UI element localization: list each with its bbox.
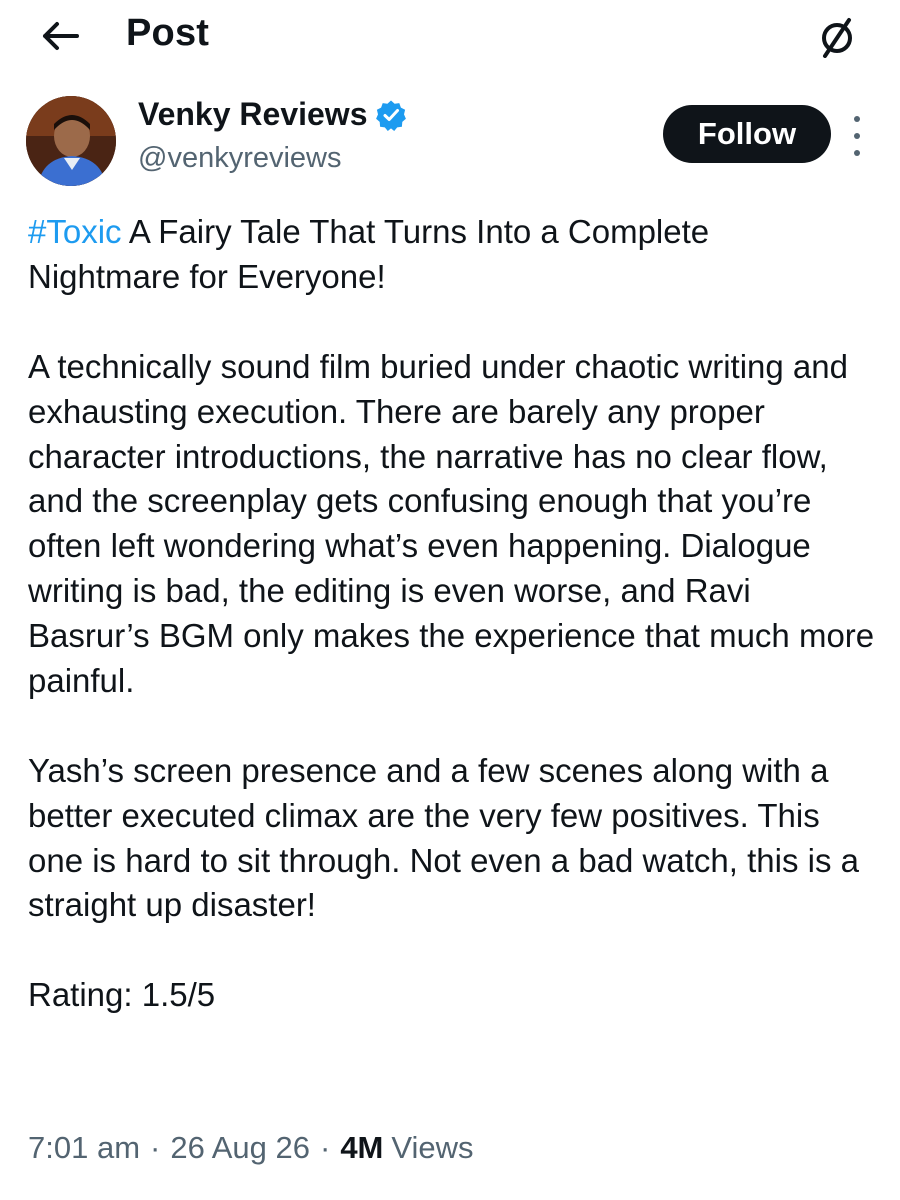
- display-name[interactable]: Venky Reviews: [138, 96, 367, 133]
- post-time[interactable]: 7:01 am: [28, 1130, 140, 1166]
- profile-photo: [26, 96, 116, 186]
- follow-button[interactable]: Follow: [663, 105, 831, 163]
- page-title: Post: [126, 12, 210, 54]
- views-count[interactable]: 4M: [340, 1130, 383, 1166]
- author-name-row: Venky Reviews: [138, 96, 407, 133]
- verified-badge-icon: [376, 100, 407, 131]
- top-bar: Post: [0, 0, 900, 80]
- more-options-button[interactable]: [844, 116, 870, 156]
- meta-separator: ·: [150, 1130, 161, 1165]
- views-label[interactable]: Views: [391, 1130, 473, 1166]
- vertical-dots-icon: [854, 116, 860, 122]
- grok-button[interactable]: [812, 12, 862, 62]
- post-date[interactable]: 26 Aug 26: [170, 1130, 310, 1166]
- slashed-circle-icon: [822, 18, 852, 58]
- hashtag-link[interactable]: #Toxic: [28, 213, 122, 250]
- post-paragraph: Yash’s screen presence and a few scenes …: [28, 751, 859, 924]
- arrow-left-icon: [43, 22, 79, 50]
- post-paragraph: A technically sound film buried under ch…: [28, 347, 875, 699]
- headline-text: A Fairy Tale That Turns Into a Complete …: [28, 213, 710, 295]
- back-button[interactable]: [36, 14, 84, 58]
- post-headline: #Toxic A Fairy Tale That Turns Into a Co…: [28, 210, 728, 300]
- rating-text: Rating: 1.5/5: [28, 976, 216, 1014]
- post-text: #Toxic A Fairy Tale That Turns Into a Co…: [28, 210, 878, 1018]
- meta-separator: ·: [319, 1130, 331, 1165]
- author-handle[interactable]: @venkyreviews: [138, 142, 342, 175]
- post-meta: 7:01 am · 26 Aug 26 · 4M Views: [28, 1130, 474, 1166]
- avatar[interactable]: [26, 96, 116, 186]
